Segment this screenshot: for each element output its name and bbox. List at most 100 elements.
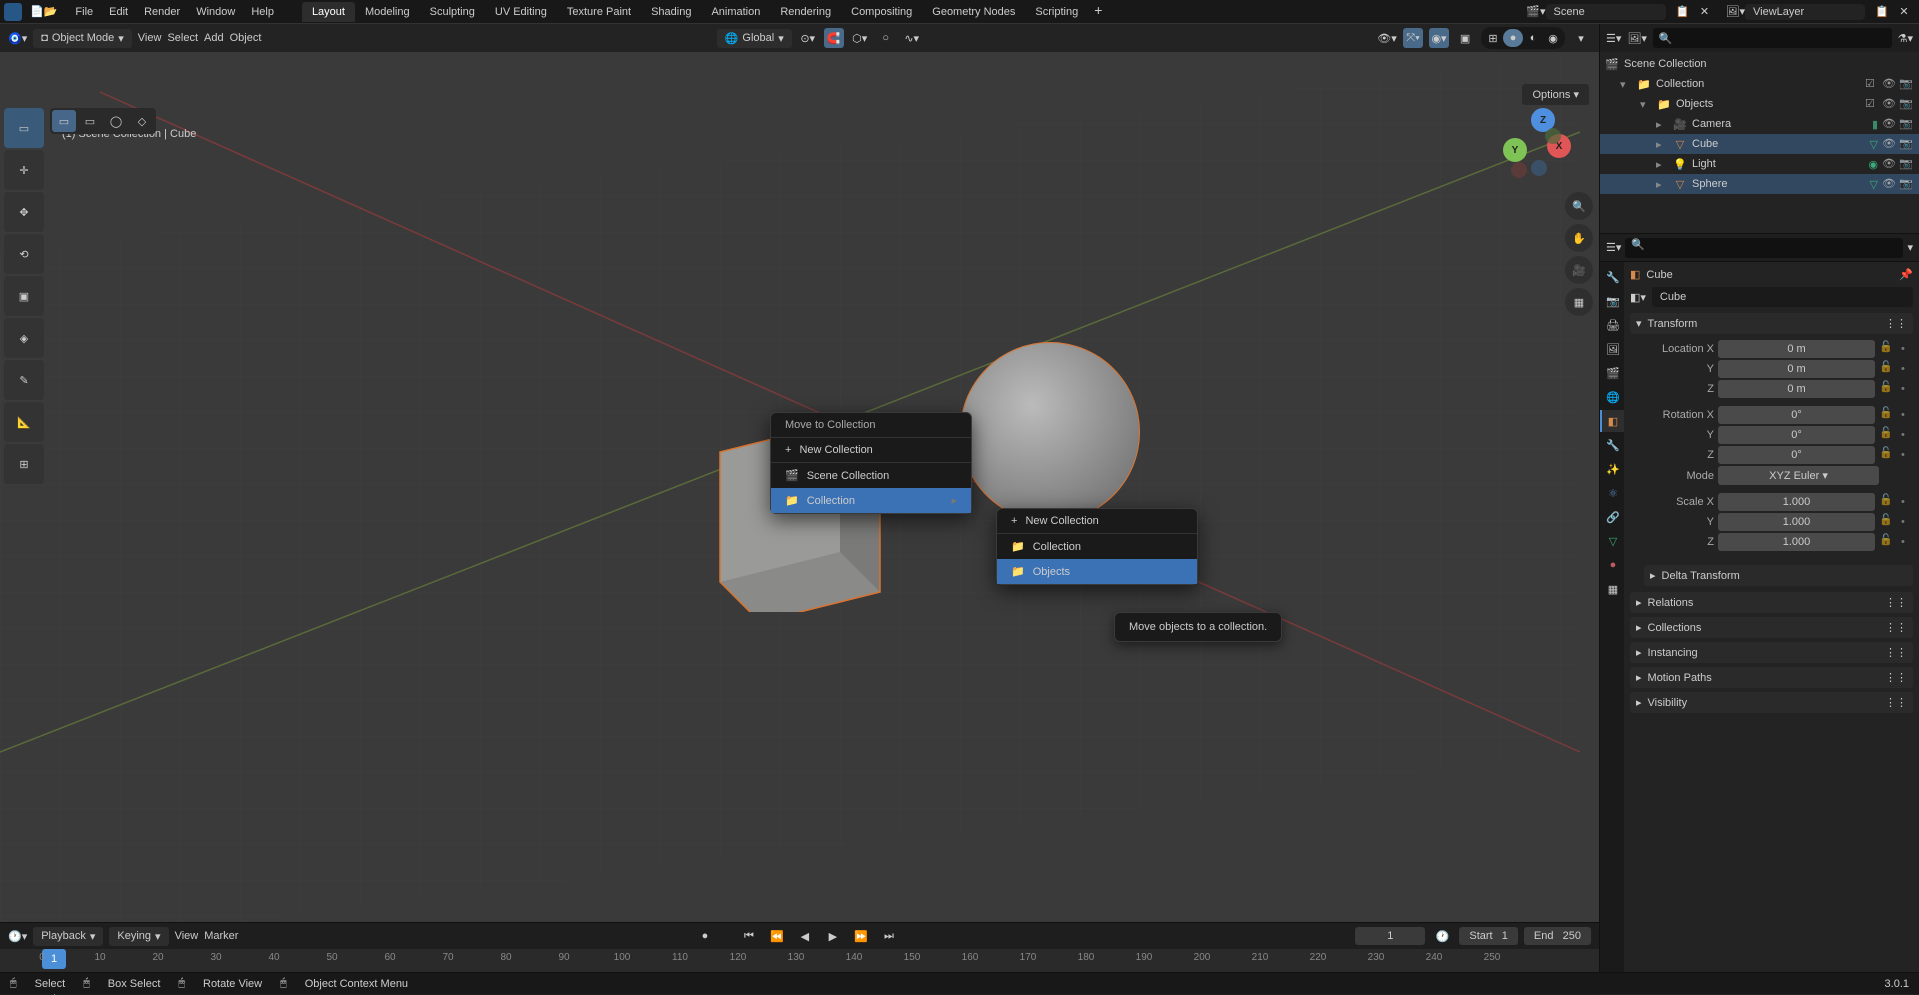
zoom-icon[interactable]: 🔍 bbox=[1565, 192, 1593, 220]
tool-transform[interactable]: ◈ bbox=[4, 318, 44, 358]
options-icon[interactable]: ▾ bbox=[1907, 241, 1913, 254]
outliner-search-input[interactable]: 🔍 bbox=[1653, 28, 1892, 48]
object-name-field[interactable]: Cube bbox=[1652, 287, 1913, 307]
gizmo-toggle[interactable]: ⤧▾ bbox=[1403, 28, 1423, 48]
sel-mode-circle[interactable]: ◯ bbox=[104, 110, 128, 132]
sphere-object[interactable] bbox=[960, 342, 1140, 522]
eye-icon[interactable]: 👁 bbox=[1882, 157, 1896, 171]
shading-options-icon[interactable]: ▾ bbox=[1571, 28, 1591, 48]
gizmo-neg-z[interactable] bbox=[1531, 160, 1547, 176]
panel-visibility-header[interactable]: ▸Visibility⋮⋮ bbox=[1630, 692, 1913, 713]
menu-file[interactable]: File bbox=[67, 6, 101, 18]
render-icon[interactable]: 📷 bbox=[1899, 137, 1913, 151]
menu-help[interactable]: Help bbox=[243, 6, 282, 18]
location-y-field[interactable]: 0 m bbox=[1718, 360, 1875, 378]
delete-scene-icon[interactable]: ✕ bbox=[1696, 3, 1714, 21]
checkbox-icon[interactable]: ☑ bbox=[1865, 97, 1879, 111]
eye-icon[interactable]: 👁 bbox=[1882, 177, 1896, 191]
tool-select[interactable]: ▭ bbox=[4, 108, 44, 148]
material-shading[interactable]: ◐ bbox=[1523, 29, 1543, 47]
eye-icon[interactable]: 👁 bbox=[1882, 97, 1896, 111]
pan-icon[interactable]: ✋ bbox=[1565, 224, 1593, 252]
tab-sculpting[interactable]: Sculpting bbox=[420, 2, 485, 22]
playback-dropdown[interactable]: Playback ▾ bbox=[33, 927, 103, 946]
rotation-x-field[interactable]: 0° bbox=[1718, 406, 1875, 424]
prop-tab-mesh[interactable]: ▽ bbox=[1600, 530, 1624, 552]
tree-item-camera[interactable]: ▸ 🎥 Camera ▮ 👁 📷 bbox=[1600, 114, 1919, 134]
tool-measure[interactable]: 📐 bbox=[4, 402, 44, 442]
prop-tab-viewlayer[interactable]: 🖼 bbox=[1600, 338, 1624, 360]
mode-dropdown[interactable]: ◘ Object Mode ▾ bbox=[33, 29, 132, 48]
ctx-sub-objects[interactable]: 📁 Objects bbox=[997, 559, 1197, 584]
tab-shading[interactable]: Shading bbox=[641, 2, 701, 22]
prop-tab-world[interactable]: 🌐 bbox=[1600, 386, 1624, 408]
eye-icon[interactable]: 👁 bbox=[1882, 77, 1896, 91]
panel-collections-header[interactable]: ▸Collections⋮⋮ bbox=[1630, 617, 1913, 638]
panel-relations-header[interactable]: ▸Relations⋮⋮ bbox=[1630, 592, 1913, 613]
tab-geometry[interactable]: Geometry Nodes bbox=[922, 2, 1025, 22]
scene-name-field[interactable]: Scene bbox=[1546, 4, 1666, 20]
lock-icon[interactable]: 🔓 bbox=[1879, 446, 1897, 464]
sel-mode-tweak[interactable]: ▭ bbox=[52, 110, 76, 132]
nav-gizmo[interactable]: Z Y X bbox=[1501, 108, 1571, 178]
prop-tab-physics[interactable]: ⚛ bbox=[1600, 482, 1624, 504]
scale-z-field[interactable]: 1.000 bbox=[1718, 533, 1875, 551]
snap-toggle[interactable]: 🧲 bbox=[824, 28, 844, 48]
eye-icon[interactable]: 👁 bbox=[1882, 117, 1896, 131]
overlay-toggle[interactable]: ◉▾ bbox=[1429, 28, 1449, 48]
snap-type-icon[interactable]: ⬡▾ bbox=[850, 28, 870, 48]
lock-icon[interactable]: 🔓 bbox=[1879, 513, 1897, 531]
panel-delta-transform-header[interactable]: ▸Delta Transform bbox=[1644, 565, 1913, 586]
prop-tab-constraints[interactable]: 🔗 bbox=[1600, 506, 1624, 528]
solid-shading[interactable]: ● bbox=[1503, 29, 1523, 47]
filter-icon[interactable]: ⚗▾ bbox=[1898, 32, 1913, 45]
tab-animation[interactable]: Animation bbox=[701, 2, 770, 22]
viewlayer-icon[interactable]: 🖼▾ bbox=[1726, 5, 1746, 18]
keyframe-prev-icon[interactable]: ⏪ bbox=[766, 926, 788, 946]
start-frame-field[interactable]: Start 1 bbox=[1459, 927, 1518, 945]
prop-tab-output[interactable]: 🖨 bbox=[1600, 314, 1624, 336]
pin-icon[interactable]: 📌 bbox=[1899, 268, 1913, 281]
scale-y-field[interactable]: 1.000 bbox=[1718, 513, 1875, 531]
tab-modeling[interactable]: Modeling bbox=[355, 2, 420, 22]
pivot-icon[interactable]: ⊙▾ bbox=[798, 28, 818, 48]
play-reverse-icon[interactable]: ◀ bbox=[794, 926, 816, 946]
menu-add[interactable]: Add bbox=[204, 32, 224, 44]
sel-mode-box[interactable]: ▭ bbox=[78, 110, 102, 132]
tab-texture[interactable]: Texture Paint bbox=[557, 2, 641, 22]
scale-x-field[interactable]: 1.000 bbox=[1718, 493, 1875, 511]
autokey-icon[interactable]: ● bbox=[694, 926, 716, 946]
timeline-type-icon[interactable]: 🕐▾ bbox=[8, 930, 27, 943]
tree-item-sphere[interactable]: ▸ ▽ Sphere ▽ 👁 📷 bbox=[1600, 174, 1919, 194]
object-type-icon[interactable]: ◧▾ bbox=[1630, 291, 1646, 304]
outliner-type-icon[interactable]: ☰▾ bbox=[1606, 32, 1621, 45]
prop-tab-tool[interactable]: 🔧 bbox=[1600, 266, 1624, 288]
render-icon[interactable]: 📷 bbox=[1899, 77, 1913, 91]
scene-icon[interactable]: 🎬▾ bbox=[1526, 5, 1545, 18]
prop-tab-modifiers[interactable]: 🔧 bbox=[1600, 434, 1624, 456]
lock-icon[interactable]: 🔓 bbox=[1879, 493, 1897, 511]
properties-search-input[interactable]: 🔍 bbox=[1625, 238, 1903, 258]
tab-compositing[interactable]: Compositing bbox=[841, 2, 922, 22]
file-new-icon[interactable]: 📄 bbox=[30, 5, 44, 18]
proportional-icon[interactable]: ○ bbox=[876, 28, 896, 48]
render-icon[interactable]: 📷 bbox=[1899, 177, 1913, 191]
menu-window[interactable]: Window bbox=[188, 6, 243, 18]
gizmo-neg-x[interactable] bbox=[1511, 162, 1527, 178]
render-icon[interactable]: 📷 bbox=[1899, 97, 1913, 111]
menu-select[interactable]: Select bbox=[167, 32, 198, 44]
delete-viewlayer-icon[interactable]: ✕ bbox=[1895, 3, 1913, 21]
eye-icon[interactable]: 👁 bbox=[1882, 137, 1896, 151]
expand-icon[interactable]: ▾ bbox=[1620, 78, 1632, 91]
tree-objects-collection[interactable]: ▾ 📁 Objects ☑ 👁 📷 bbox=[1600, 94, 1919, 114]
tool-rotate[interactable]: ⟲ bbox=[4, 234, 44, 274]
tool-scale[interactable]: ▣ bbox=[4, 276, 44, 316]
ctx-sub-collection[interactable]: 📁 Collection bbox=[997, 534, 1197, 559]
tree-item-cube[interactable]: ▸ ▽ Cube ▽ 👁 📷 bbox=[1600, 134, 1919, 154]
timeline-ruler[interactable]: 1 01020304050607080901001101201301401501… bbox=[0, 949, 1599, 973]
file-open-icon[interactable]: 📂 bbox=[44, 5, 58, 18]
menu-view[interactable]: View bbox=[138, 32, 162, 44]
tree-item-light[interactable]: ▸ 💡 Light ◉ 👁 📷 bbox=[1600, 154, 1919, 174]
location-x-field[interactable]: 0 m bbox=[1718, 340, 1875, 358]
ctx-new-collection[interactable]: + New Collection bbox=[771, 438, 971, 462]
